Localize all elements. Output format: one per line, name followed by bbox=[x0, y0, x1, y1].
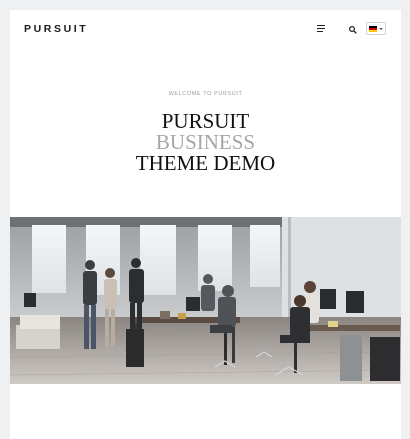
search-icon[interactable] bbox=[347, 23, 359, 35]
hero-title-line-1: PURSUIT bbox=[161, 109, 250, 133]
hero-title-line-3: THEME DEMO bbox=[135, 151, 276, 175]
welcome-text: WELCOME TO PURSUIT bbox=[168, 91, 243, 97]
hero-title-line-2: BUSINESS bbox=[155, 130, 256, 154]
hamburger-menu-icon[interactable] bbox=[316, 23, 328, 35]
office-hero-image bbox=[10, 217, 401, 384]
site-logo[interactable]: PURSUIT bbox=[24, 23, 88, 35]
site-header: PURSUIT bbox=[10, 10, 401, 48]
germany-flag-icon bbox=[369, 25, 377, 32]
hero-title: PURSUIT BUSINESS THEME DEMO bbox=[10, 111, 401, 174]
page-frame: PURSUIT WELCOME TO PURSUIT PURSUIT BUSIN… bbox=[10, 10, 401, 439]
language-selector[interactable] bbox=[366, 22, 386, 35]
chevron-down-icon bbox=[379, 28, 383, 30]
